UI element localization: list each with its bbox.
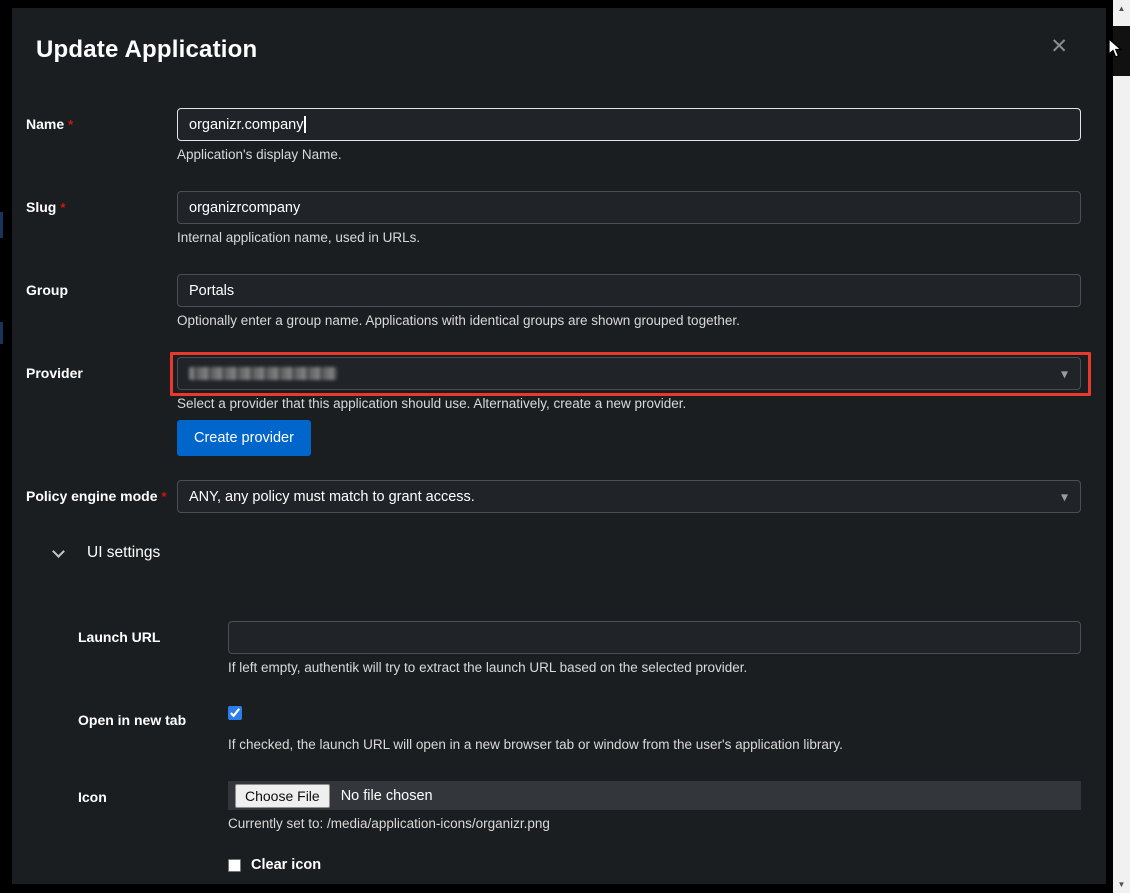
form-row-clear-icon: Clear icon xyxy=(78,857,1081,873)
provider-label: Provider xyxy=(26,357,177,456)
provider-select[interactable]: ▾ xyxy=(177,357,1081,390)
icon-label: Icon xyxy=(78,781,228,831)
form-row-open-in-new-tab: Open in new tab If checked, the launch U… xyxy=(78,704,1081,752)
close-icon[interactable]: ✕ xyxy=(1050,36,1068,57)
policy-engine-mode-label-text: Policy engine mode xyxy=(26,488,157,504)
clear-icon-label-spacer xyxy=(78,857,228,873)
application-form: Name * Application's display Name. Slug * … xyxy=(26,108,1081,873)
mouse-cursor xyxy=(1108,38,1124,60)
open-in-new-tab-label-text: Open in new tab xyxy=(78,712,186,728)
open-in-new-tab-label: Open in new tab xyxy=(78,704,228,752)
name-help-text: Application's display Name. xyxy=(177,147,1081,162)
modal-title: Update Application xyxy=(36,36,1081,64)
vertical-scrollbar[interactable]: ▲ ▼ xyxy=(1113,0,1130,893)
policy-engine-mode-value: ANY, any policy must match to grant acce… xyxy=(189,489,475,505)
name-input[interactable] xyxy=(177,108,1081,141)
group-help-text: Optionally enter a group name. Applicati… xyxy=(177,313,1081,328)
form-row-policy-engine-mode: Policy engine mode * ANY, any policy must… xyxy=(26,480,1081,513)
chevron-down-icon: ▾ xyxy=(1061,365,1068,382)
slug-label-text: Slug xyxy=(26,199,56,215)
clear-icon-checkbox[interactable] xyxy=(228,859,241,872)
slug-help-text: Internal application name, used in URLs. xyxy=(177,230,1081,245)
file-status-text: No file chosen xyxy=(341,788,433,804)
choose-file-button[interactable]: Choose File xyxy=(235,784,330,808)
icon-help-text: Currently set to: /media/application-ico… xyxy=(228,816,1081,831)
ui-settings-subsection: Launch URL If left empty, authentik will… xyxy=(78,621,1081,873)
group-input[interactable] xyxy=(177,274,1081,307)
slug-label: Slug * xyxy=(26,191,177,245)
form-row-group: Group Optionally enter a group name. App… xyxy=(26,274,1081,328)
launch-url-label-text: Launch URL xyxy=(78,629,160,645)
create-provider-button[interactable]: Create provider xyxy=(177,420,311,456)
background-page-artifact xyxy=(0,322,3,344)
name-label-text: Name xyxy=(26,116,64,132)
form-row-name: Name * Application's display Name. xyxy=(26,108,1081,162)
form-row-slug: Slug * Internal application name, used in… xyxy=(26,191,1081,245)
provider-redacted-value xyxy=(189,367,337,380)
launch-url-help-text: If left empty, authentik will try to ext… xyxy=(228,660,1081,675)
required-asterisk: * xyxy=(68,117,73,132)
background-page-artifact xyxy=(0,212,3,238)
provider-help-text: Select a provider that this application … xyxy=(177,396,1081,411)
open-in-new-tab-help-text: If checked, the launch URL will open in … xyxy=(228,737,1081,752)
required-asterisk: * xyxy=(161,489,166,504)
form-row-launch-url: Launch URL If left empty, authentik will… xyxy=(78,621,1081,675)
scroll-down-icon[interactable]: ▼ xyxy=(1113,876,1130,893)
name-label: Name * xyxy=(26,108,177,162)
required-asterisk: * xyxy=(60,200,65,215)
slug-input[interactable] xyxy=(177,191,1081,224)
chevron-down-icon: ▾ xyxy=(1061,488,1068,505)
clear-icon-label-text: Clear icon xyxy=(251,857,321,873)
open-in-new-tab-checkbox[interactable] xyxy=(228,706,242,720)
provider-label-text: Provider xyxy=(26,365,83,381)
ui-settings-section-toggle[interactable]: UI settings xyxy=(54,543,1081,563)
form-row-provider: Provider ▾ Select a provider that this a… xyxy=(26,357,1081,456)
policy-engine-mode-label: Policy engine mode * xyxy=(26,480,177,513)
launch-url-label: Launch URL xyxy=(78,621,228,675)
group-label-text: Group xyxy=(26,282,68,298)
scroll-up-icon[interactable]: ▲ xyxy=(1113,0,1130,17)
policy-engine-mode-select[interactable]: ANY, any policy must match to grant acce… xyxy=(177,480,1081,513)
text-cursor xyxy=(304,116,306,133)
icon-file-input[interactable]: Choose File No file chosen xyxy=(228,781,1081,810)
group-label: Group xyxy=(26,274,177,328)
launch-url-input[interactable] xyxy=(228,621,1081,654)
form-row-icon: Icon Choose File No file chosen Currentl… xyxy=(78,781,1081,831)
chevron-down-icon xyxy=(52,545,65,558)
ui-settings-section-label: UI settings xyxy=(87,544,160,562)
update-application-modal: Update Application ✕ Name * Application's… xyxy=(12,8,1106,884)
icon-label-text: Icon xyxy=(78,789,107,805)
